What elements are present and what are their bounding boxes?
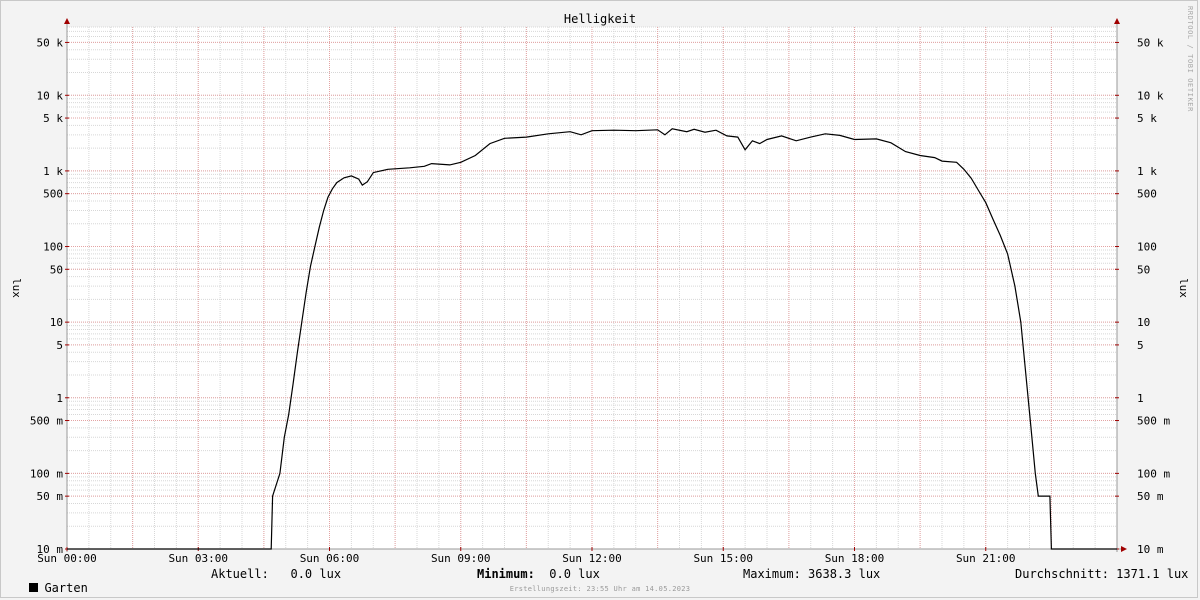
y-tick-label-right: 100 m xyxy=(1137,467,1170,480)
footer-timestamp: Erstellungszeit: 23:55 Uhr am 14.05.2023 xyxy=(509,585,691,593)
x-tick-label: Sun 15:00 xyxy=(693,552,753,565)
y-tick-label-right: 10 xyxy=(1137,316,1150,329)
y-tick-label-right: 10 k xyxy=(1137,89,1164,102)
y-tick-label-right: 50 xyxy=(1137,263,1150,276)
x-tick-label: Sun 21:00 xyxy=(956,552,1016,565)
y-tick-label-right: 500 m xyxy=(1137,415,1170,428)
y-tick-label-left: 10 xyxy=(50,316,63,329)
y-tick-label-left: 5 xyxy=(56,339,63,352)
legend-minimum-label: Minimum: xyxy=(477,567,535,581)
legend-aktuell: Aktuell: 0.0 lux xyxy=(211,567,342,581)
y-tick-label-left: 1 k xyxy=(43,165,63,178)
y-axis-arrow-right xyxy=(1114,18,1120,24)
y-axis-label-left: lux xyxy=(10,278,23,298)
y-tick-label-right: 5 k xyxy=(1137,112,1157,125)
y-axis-arrow-left xyxy=(64,18,70,24)
x-tick-label: Sun 06:00 xyxy=(300,552,360,565)
y-tick-label-right: 100 xyxy=(1137,241,1157,254)
y-tick-label-left: 500 xyxy=(43,188,63,201)
y-tick-label-right: 500 xyxy=(1137,188,1157,201)
legend-minimum-value: 0.0 lux xyxy=(534,567,600,581)
y-tick-label-left: 500 m xyxy=(30,415,63,428)
y-tick-label-left: 5 k xyxy=(43,112,63,125)
y-tick-label-left: 50 m xyxy=(37,490,64,503)
y-tick-label-right: 1 k xyxy=(1137,165,1157,178)
legend-maximum: Maximum: 3638.3 lux xyxy=(743,567,881,581)
chart-canvas: Helligkeit lux lux 50 k 50 k 10 k 10 k 5 k 5 … xyxy=(10,12,1190,565)
y-tick-label-right: 50 m xyxy=(1137,490,1164,503)
y-tick-label-left: 50 xyxy=(50,263,63,276)
watermark: RRDTOOL / TOBI OETIKER xyxy=(1186,6,1194,112)
y-axis-label-right: lux xyxy=(1177,278,1190,298)
legend-durchschnitt: Durchschnitt: 1371.1 lux xyxy=(1015,567,1189,581)
grid xyxy=(67,26,1117,550)
y-tick-label-right: 10 m xyxy=(1137,543,1164,556)
y-tick-label-right: 1 xyxy=(1137,392,1144,405)
y-tick-label-left: 100 xyxy=(43,241,63,254)
y-tick-label-left: 10 k xyxy=(37,89,64,102)
y-tick-label-left: 100 m xyxy=(30,467,63,480)
x-tick-label: Sun 18:00 xyxy=(825,552,885,565)
x-tick-label: Sun 12:00 xyxy=(562,552,622,565)
x-tick-label: Sun 03:00 xyxy=(168,552,228,565)
y-tick-label-right: 5 xyxy=(1137,339,1144,352)
x-axis-arrow xyxy=(1121,546,1127,552)
legend-minimum: Minimum: 0.0 lux xyxy=(477,567,600,581)
chart-title: Helligkeit xyxy=(564,12,636,26)
y-tick-label-left: 1 xyxy=(56,392,63,405)
y-tick-label-right: 50 k xyxy=(1137,36,1164,49)
x-tick-label: Sun 00:00 xyxy=(37,552,97,565)
x-tick-label: Sun 09:00 xyxy=(431,552,491,565)
y-tick-label-left: 50 k xyxy=(37,36,64,49)
